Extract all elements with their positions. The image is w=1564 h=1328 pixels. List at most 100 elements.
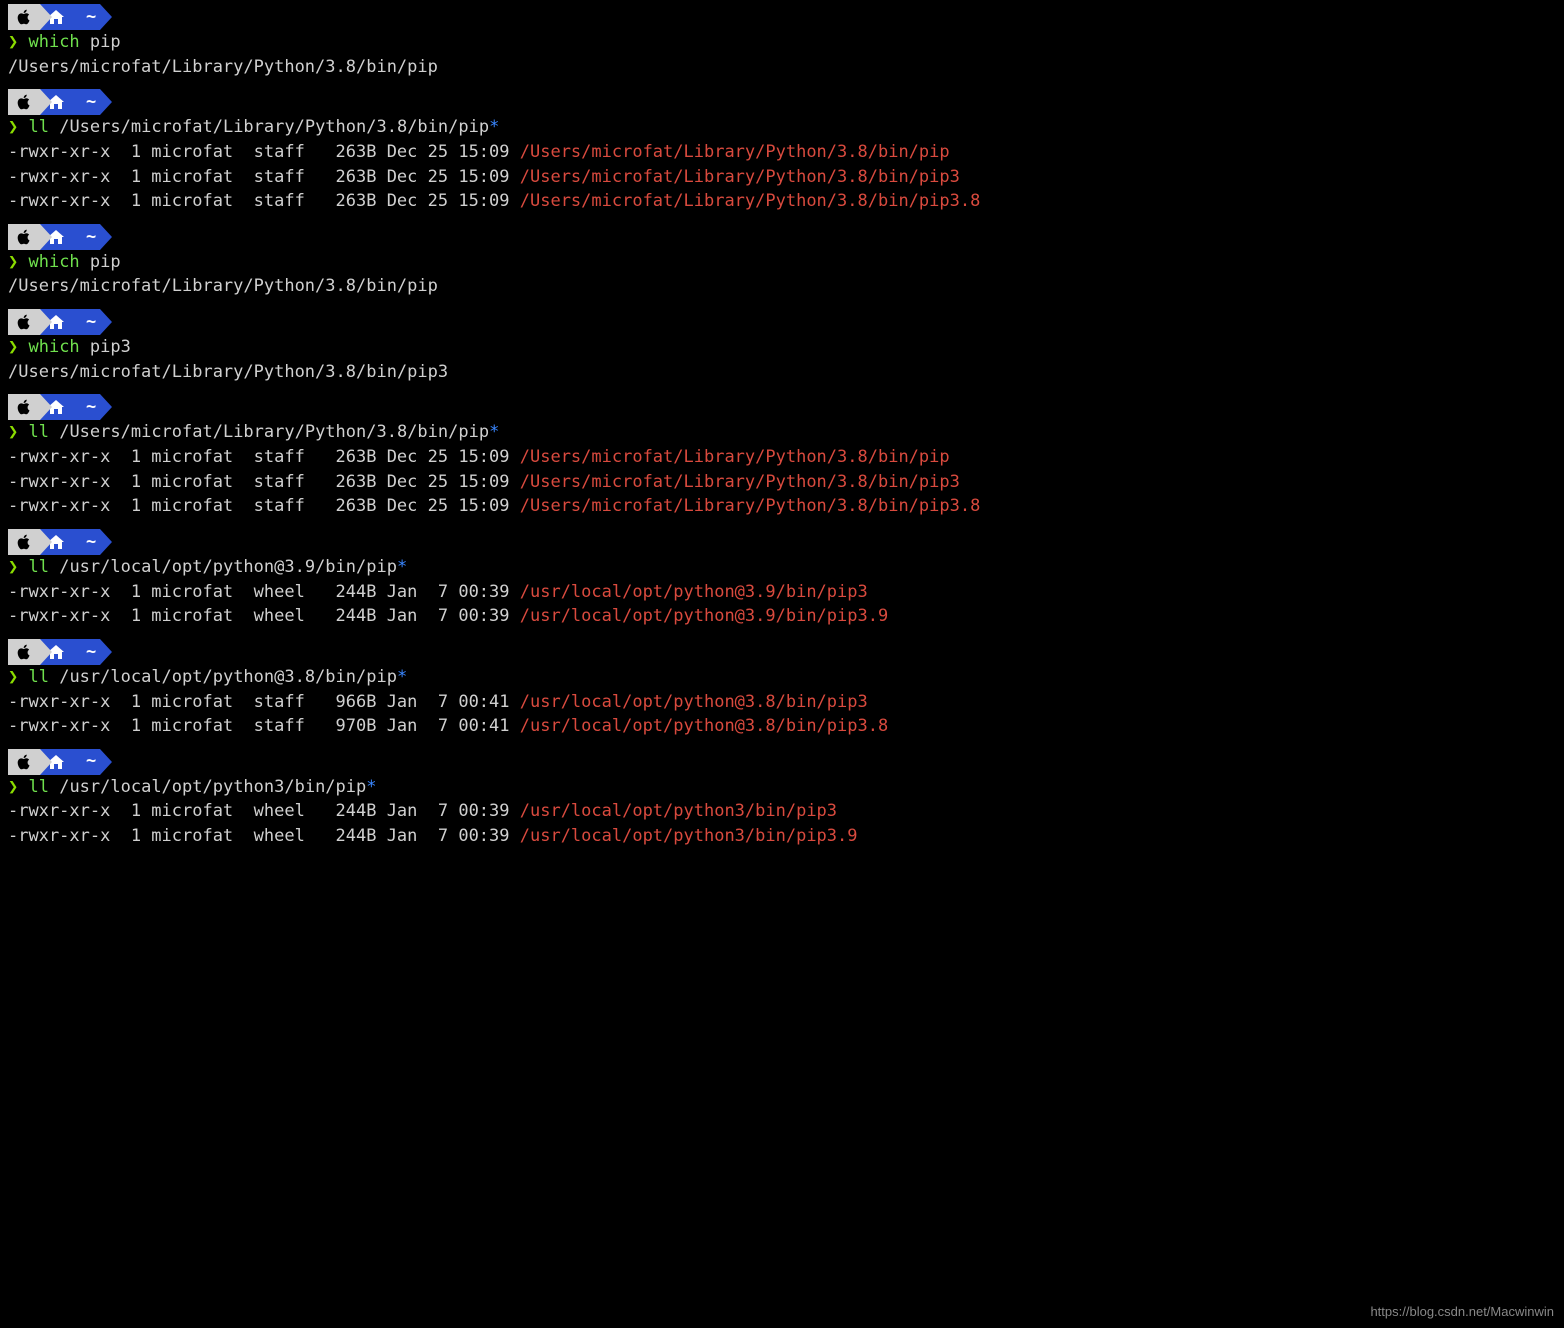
ls-row: -rwxr-xr-x 1 microfat wheel 244B Jan 7 0… [8,799,1556,824]
glob-star: * [489,115,499,140]
powerline-separator-icon [40,309,52,335]
cwd-segment: ~ [72,224,100,250]
prompt-symbol: ❯ [8,775,28,800]
ls-path: /Users/microfat/Library/Python/3.8/bin/p… [520,470,960,495]
command-block: ~ ❯ ll /usr/local/opt/python@3.8/bin/pip… [8,639,1556,739]
ls-path: /usr/local/opt/python3/bin/pip3.9 [520,824,858,849]
ls-path: /usr/local/opt/python@3.8/bin/pip3 [520,690,868,715]
glob-star: * [397,665,407,690]
command-line: ❯ ll /Users/microfat/Library/Python/3.8/… [8,115,1556,140]
output-line: /Users/microfat/Library/Python/3.8/bin/p… [8,274,1556,299]
prompt-symbol: ❯ [8,115,28,140]
powerline-separator-icon [100,749,112,775]
command-name: ll [28,555,48,580]
command-name: ll [28,420,48,445]
ls-row: -rwxr-xr-x 1 microfat staff 263B Dec 25 … [8,445,1556,470]
powerline-separator-icon [100,394,112,420]
ls-meta: -rwxr-xr-x 1 microfat staff 263B Dec 25 … [8,165,520,190]
powerline-separator-icon [100,309,112,335]
command-line: ❯ ll /usr/local/opt/python3/bin/pip* [8,775,1556,800]
ls-meta: -rwxr-xr-x 1 microfat staff 263B Dec 25 … [8,140,520,165]
ls-meta: -rwxr-xr-x 1 microfat staff 263B Dec 25 … [8,470,520,495]
apple-icon [8,224,40,250]
ls-path: /usr/local/opt/python@3.9/bin/pip3 [520,580,868,605]
command-name: which [28,30,79,55]
ls-meta: -rwxr-xr-x 1 microfat wheel 244B Jan 7 0… [8,580,520,605]
ls-meta: -rwxr-xr-x 1 microfat staff 970B Jan 7 0… [8,714,520,739]
cwd-segment: ~ [72,4,100,30]
command-block: ~ ❯ ll /Users/microfat/Library/Python/3.… [8,89,1556,214]
terminal-output[interactable]: ~ ❯ which pip/Users/microfat/Library/Pyt… [8,4,1556,849]
powerline-separator-icon [40,224,52,250]
powerline-separator-icon [100,4,112,30]
ls-path: /Users/microfat/Library/Python/3.8/bin/p… [520,189,981,214]
glob-star: * [366,775,376,800]
powerline-prompt: ~ [8,224,1556,250]
ls-meta: -rwxr-xr-x 1 microfat wheel 244B Jan 7 0… [8,824,520,849]
command-line: ❯ ll /usr/local/opt/python@3.8/bin/pip* [8,665,1556,690]
glob-star: * [397,555,407,580]
command-block: ~ ❯ which pip/Users/microfat/Library/Pyt… [8,4,1556,79]
prompt-symbol: ❯ [8,420,28,445]
ls-path: /usr/local/opt/python@3.9/bin/pip3.9 [520,604,888,629]
prompt-symbol: ❯ [8,30,28,55]
powerline-prompt: ~ [8,309,1556,335]
ls-row: -rwxr-xr-x 1 microfat staff 970B Jan 7 0… [8,714,1556,739]
ls-row: -rwxr-xr-x 1 microfat staff 263B Dec 25 … [8,494,1556,519]
prompt-symbol: ❯ [8,250,28,275]
command-block: ~ ❯ which pip3/Users/microfat/Library/Py… [8,309,1556,384]
command-name: ll [28,665,48,690]
command-line: ❯ which pip3 [8,335,1556,360]
ls-row: -rwxr-xr-x 1 microfat staff 263B Dec 25 … [8,189,1556,214]
ls-path: /Users/microfat/Library/Python/3.8/bin/p… [520,445,950,470]
command-name: which [28,335,79,360]
command-block: ~ ❯ ll /usr/local/opt/python3/bin/pip*-r… [8,749,1556,849]
ls-row: -rwxr-xr-x 1 microfat wheel 244B Jan 7 0… [8,604,1556,629]
apple-icon [8,4,40,30]
powerline-prompt: ~ [8,529,1556,555]
apple-icon [8,529,40,555]
ls-path: /usr/local/opt/python@3.8/bin/pip3.8 [520,714,888,739]
apple-icon [8,749,40,775]
ls-path: /Users/microfat/Library/Python/3.8/bin/p… [520,494,981,519]
ls-row: -rwxr-xr-x 1 microfat wheel 244B Jan 7 0… [8,580,1556,605]
command-block: ~ ❯ ll /Users/microfat/Library/Python/3.… [8,394,1556,519]
prompt-symbol: ❯ [8,335,28,360]
powerline-separator-icon [100,89,112,115]
apple-icon [8,309,40,335]
powerline-separator-icon [40,529,52,555]
prompt-symbol: ❯ [8,665,28,690]
ls-meta: -rwxr-xr-x 1 microfat staff 966B Jan 7 0… [8,690,520,715]
cwd-segment: ~ [72,394,100,420]
ls-meta: -rwxr-xr-x 1 microfat wheel 244B Jan 7 0… [8,604,520,629]
ls-row: -rwxr-xr-x 1 microfat wheel 244B Jan 7 0… [8,824,1556,849]
cwd-segment: ~ [72,749,100,775]
command-argument: pip [80,250,121,275]
powerline-prompt: ~ [8,639,1556,665]
powerline-prompt: ~ [8,89,1556,115]
glob-star: * [489,420,499,445]
powerline-separator-icon [40,89,52,115]
powerline-prompt: ~ [8,749,1556,775]
ls-row: -rwxr-xr-x 1 microfat staff 263B Dec 25 … [8,470,1556,495]
apple-icon [8,639,40,665]
command-line: ❯ ll /usr/local/opt/python@3.9/bin/pip* [8,555,1556,580]
cwd-segment: ~ [72,639,100,665]
ls-meta: -rwxr-xr-x 1 microfat staff 263B Dec 25 … [8,445,520,470]
command-argument: pip [80,30,121,55]
command-name: ll [28,115,48,140]
ls-meta: -rwxr-xr-x 1 microfat wheel 244B Jan 7 0… [8,799,520,824]
command-argument: /usr/local/opt/python3/bin/pip [49,775,366,800]
prompt-symbol: ❯ [8,555,28,580]
ls-row: -rwxr-xr-x 1 microfat staff 966B Jan 7 0… [8,690,1556,715]
powerline-separator-icon [100,529,112,555]
ls-path: /Users/microfat/Library/Python/3.8/bin/p… [520,140,950,165]
watermark-text: https://blog.csdn.net/Macwinwin [1370,1303,1554,1322]
command-block: ~ ❯ ll /usr/local/opt/python@3.9/bin/pip… [8,529,1556,629]
command-name: which [28,250,79,275]
powerline-separator-icon [40,639,52,665]
command-argument: /Users/microfat/Library/Python/3.8/bin/p… [49,115,489,140]
command-block: ~ ❯ which pip/Users/microfat/Library/Pyt… [8,224,1556,299]
powerline-prompt: ~ [8,4,1556,30]
ls-row: -rwxr-xr-x 1 microfat staff 263B Dec 25 … [8,165,1556,190]
